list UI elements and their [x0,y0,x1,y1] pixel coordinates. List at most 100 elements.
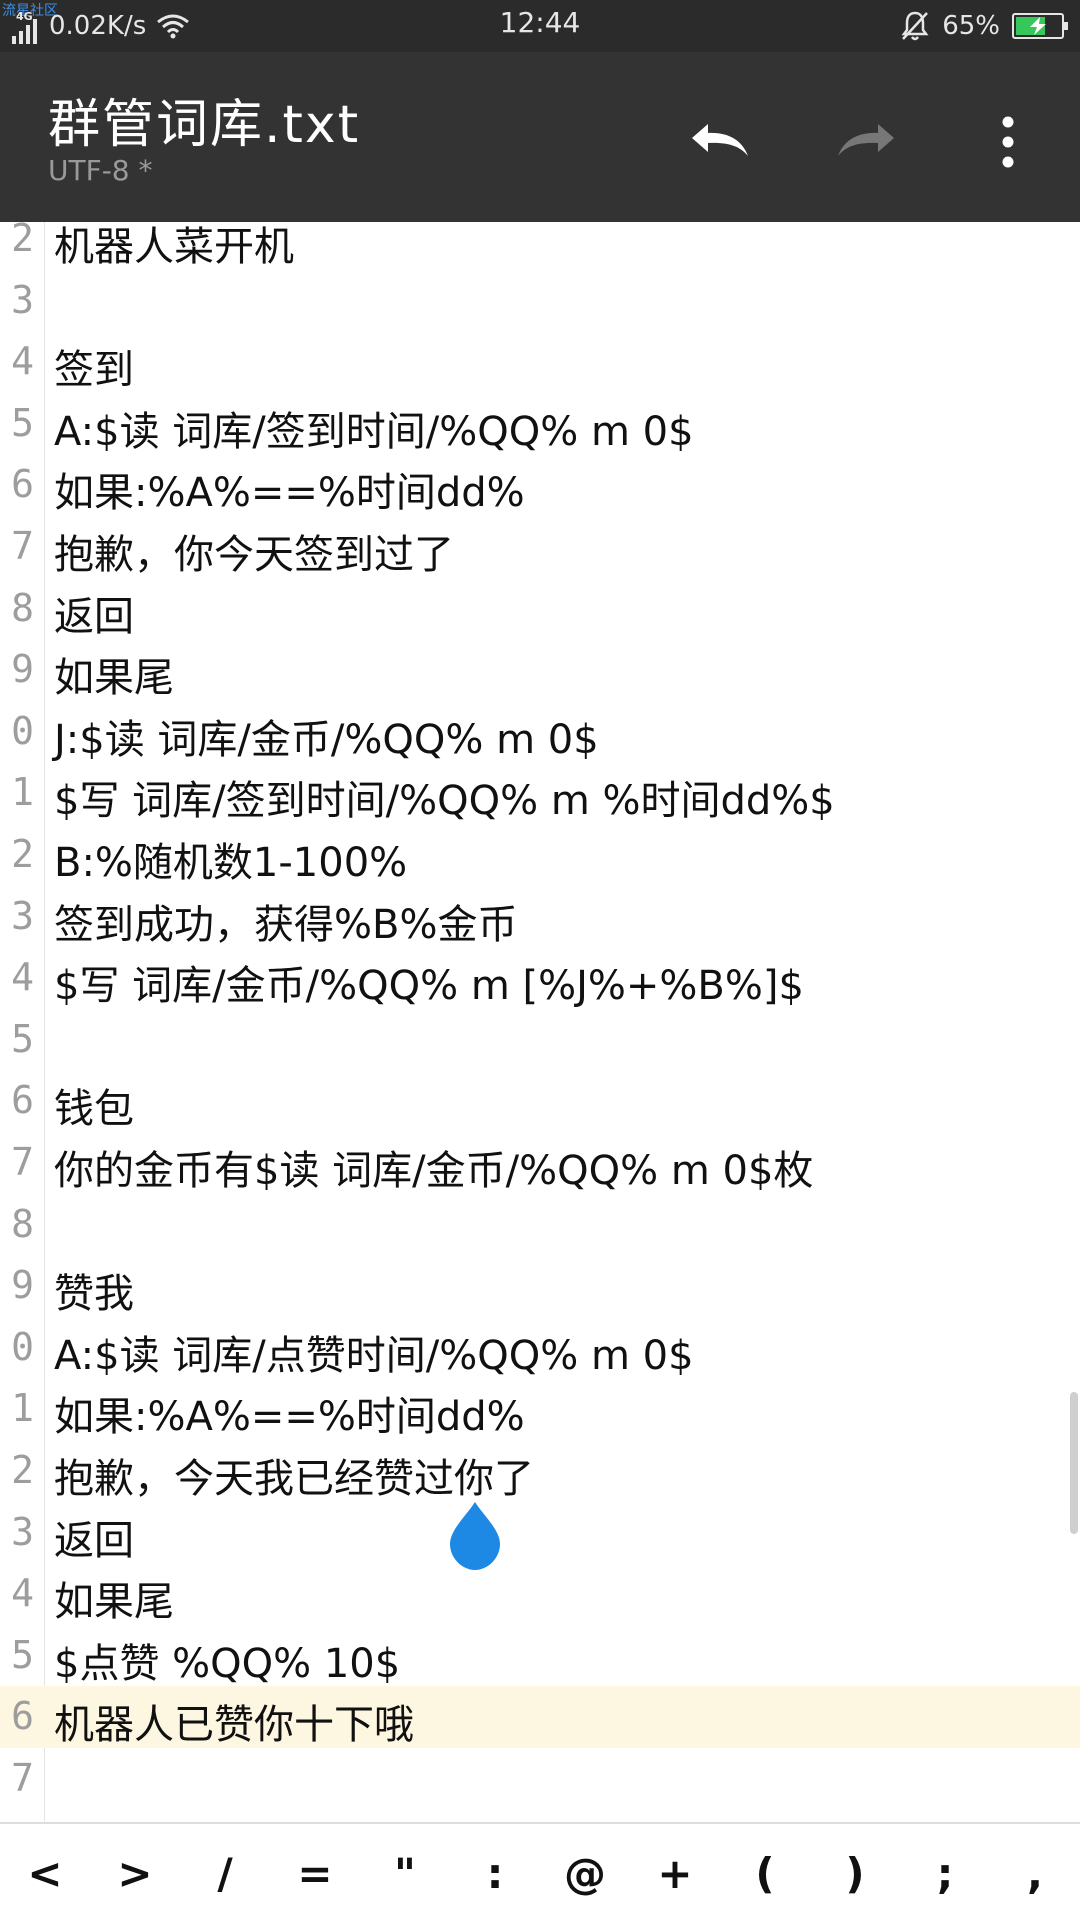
battery-percent: 65% [942,11,1000,41]
editor-line[interactable]: 6 机器人已赞你十下哦 [0,1686,1080,1749]
bell-muted-icon [901,11,929,41]
editor-line[interactable]: 8 [0,1194,1080,1256]
line-number: 8 [11,585,34,630]
editor-line[interactable]: 9 赞我 [0,1255,1080,1317]
status-bar: 流星社区 4G 0.02K/s 12:44 65% [0,0,1080,52]
editor-line[interactable]: 4 签到 [0,331,1080,393]
editor-line[interactable]: 7 [0,1748,1080,1810]
more-vert-icon[interactable] [990,112,1026,172]
editor-line[interactable]: 3 [0,270,1080,332]
symbol-key[interactable]: @ [545,1833,625,1913]
app-bar: 群管词库.txt UTF-8 * [0,52,1080,222]
editor-line[interactable]: 7 你的金币有$读 词库/金币/%QQ% m 0$枚 [0,1132,1080,1194]
symbol-key[interactable]: + [635,1833,715,1913]
line-text: A:$读 词库/签到时间/%QQ% m 0$ [54,408,694,455]
line-number: 3 [11,1509,34,1554]
line-text: 钱包 [54,1086,134,1133]
line-text: 返回 [54,593,134,640]
line-number: 4 [11,1571,34,1616]
editor-line[interactable]: 4 $写 词库/金币/%QQ% m [%J%+%B%]$ [0,947,1080,1009]
line-number: 6 [11,462,34,507]
symbol-key[interactable]: ; [905,1833,985,1913]
line-text: 签到 [54,347,134,394]
line-text: B:%随机数1-100% [54,840,408,886]
line-text: 机器人已赞你十下哦 [54,1702,414,1749]
line-text: A:$读 词库/点赞时间/%QQ% m 0$ [54,1332,694,1379]
line-number: 2 [11,1448,34,1492]
symbol-key[interactable]: ( [725,1833,805,1913]
line-number: 7 [11,1756,34,1800]
symbol-key[interactable]: / [185,1833,265,1913]
line-text: 返回 [54,1517,134,1564]
line-number: 5 [11,1016,34,1061]
editor-line[interactable]: 8 返回 [0,578,1080,640]
line-number: 6 [11,1078,34,1123]
line-number: 6 [11,1694,34,1739]
editor-line[interactable]: 4 如果尾 [0,1563,1080,1625]
line-text: 如果:%A%==%时间dd% [54,1394,525,1441]
symbol-key[interactable]: < [5,1833,85,1913]
symbol-key[interactable]: " [365,1833,445,1913]
line-number: 4 [11,339,34,384]
editor-line[interactable]: 6 如果:%A%==%时间dd% [0,454,1080,516]
line-number: 5 [11,400,34,445]
line-text: 如果尾 [54,1579,174,1626]
editor-line[interactable]: 2 抱歉，今天我已经赞过你了 [0,1440,1080,1502]
line-number: 9 [11,647,34,692]
line-text: 如果:%A%==%时间dd% [54,470,525,517]
line-number: 0 [11,1324,34,1369]
symbol-bar: < > / = ": @ +();, [0,1822,1080,1922]
line-text: 机器人菜开机 [54,224,294,270]
editor-line[interactable]: 1 如果:%A%==%时间dd% [0,1378,1080,1440]
text-editor[interactable]: 2 机器人菜开机 3 4 签到 5 A:$读 词库/签到时间/%QQ% m 0$ 6 如果:%A… [0,222,1080,1822]
symbol-key[interactable]: ) [815,1833,895,1913]
redo-icon[interactable] [830,114,902,170]
editor-line[interactable]: 7 抱歉，你今天签到过了 [0,516,1080,578]
editor-line[interactable]: 5 A:$读 词库/签到时间/%QQ% m 0$ [0,393,1080,455]
line-number: 8 [11,1201,34,1246]
line-number: 4 [11,955,34,1000]
line-text: 赞我 [54,1271,134,1318]
editor-line[interactable]: 3 签到成功，获得%B%金币 [0,886,1080,948]
editor-line[interactable]: 8开机 [0,1810,1080,1822]
cursor-handle-icon[interactable] [446,1500,504,1572]
line-number: 2 [11,222,34,260]
line-text: 你的金币有$读 词库/金币/%QQ% m 0$枚 [54,1148,814,1194]
symbol-key[interactable]: : [455,1833,535,1913]
line-number: 1 [11,1386,34,1431]
editor-line[interactable]: 5 [0,1009,1080,1071]
editor-line[interactable]: 1 $写 词库/签到时间/%QQ% m %时间dd%$ [0,762,1080,824]
editor-line[interactable]: 5 $点赞 %QQ% 10$ [0,1625,1080,1687]
editor-line[interactable]: 3 返回 [0,1502,1080,1564]
file-title: 群管词库.txt [48,95,361,155]
line-number: 2 [11,832,34,876]
editor-line[interactable]: 6 钱包 [0,1070,1080,1132]
editor-line[interactable]: 2 机器人菜开机 [0,222,1080,270]
file-encoding: UTF-8 * [48,154,153,187]
line-number: 7 [11,524,34,568]
editor-line[interactable]: 0 J:$读 词库/金币/%QQ% m 0$ [0,701,1080,763]
symbol-key[interactable]: , [995,1833,1075,1913]
line-text: 抱歉，今天我已经赞过你了 [54,1456,534,1502]
line-text: $写 词库/金币/%QQ% m [%J%+%B%]$ [54,963,804,1010]
editor-line[interactable]: 0 A:$读 词库/点赞时间/%QQ% m 0$ [0,1317,1080,1379]
line-text: 签到成功，获得%B%金币 [54,901,518,948]
symbol-key[interactable]: > [95,1833,175,1913]
line-number: 1 [11,770,34,815]
editor-line[interactable]: 2 B:%随机数1-100% [0,824,1080,886]
symbol-key[interactable]: = [275,1833,355,1913]
charging-bolt-icon [1030,17,1046,35]
line-number: 0 [11,708,34,753]
line-number: 3 [11,893,34,938]
line-number: 3 [11,277,34,322]
line-text: 如果尾 [54,655,174,702]
line-number: 9 [11,1263,34,1308]
line-text: J:$读 词库/金币/%QQ% m 0$ [54,716,599,763]
line-text: 抱歉，你今天签到过了 [54,532,454,578]
editor-line[interactable]: 9 如果尾 [0,639,1080,701]
line-number: 5 [11,1632,34,1677]
battery-icon [1012,13,1068,39]
line-number: 7 [11,1140,34,1184]
line-text: $点赞 %QQ% 10$ [54,1640,401,1687]
undo-icon[interactable] [684,114,756,170]
